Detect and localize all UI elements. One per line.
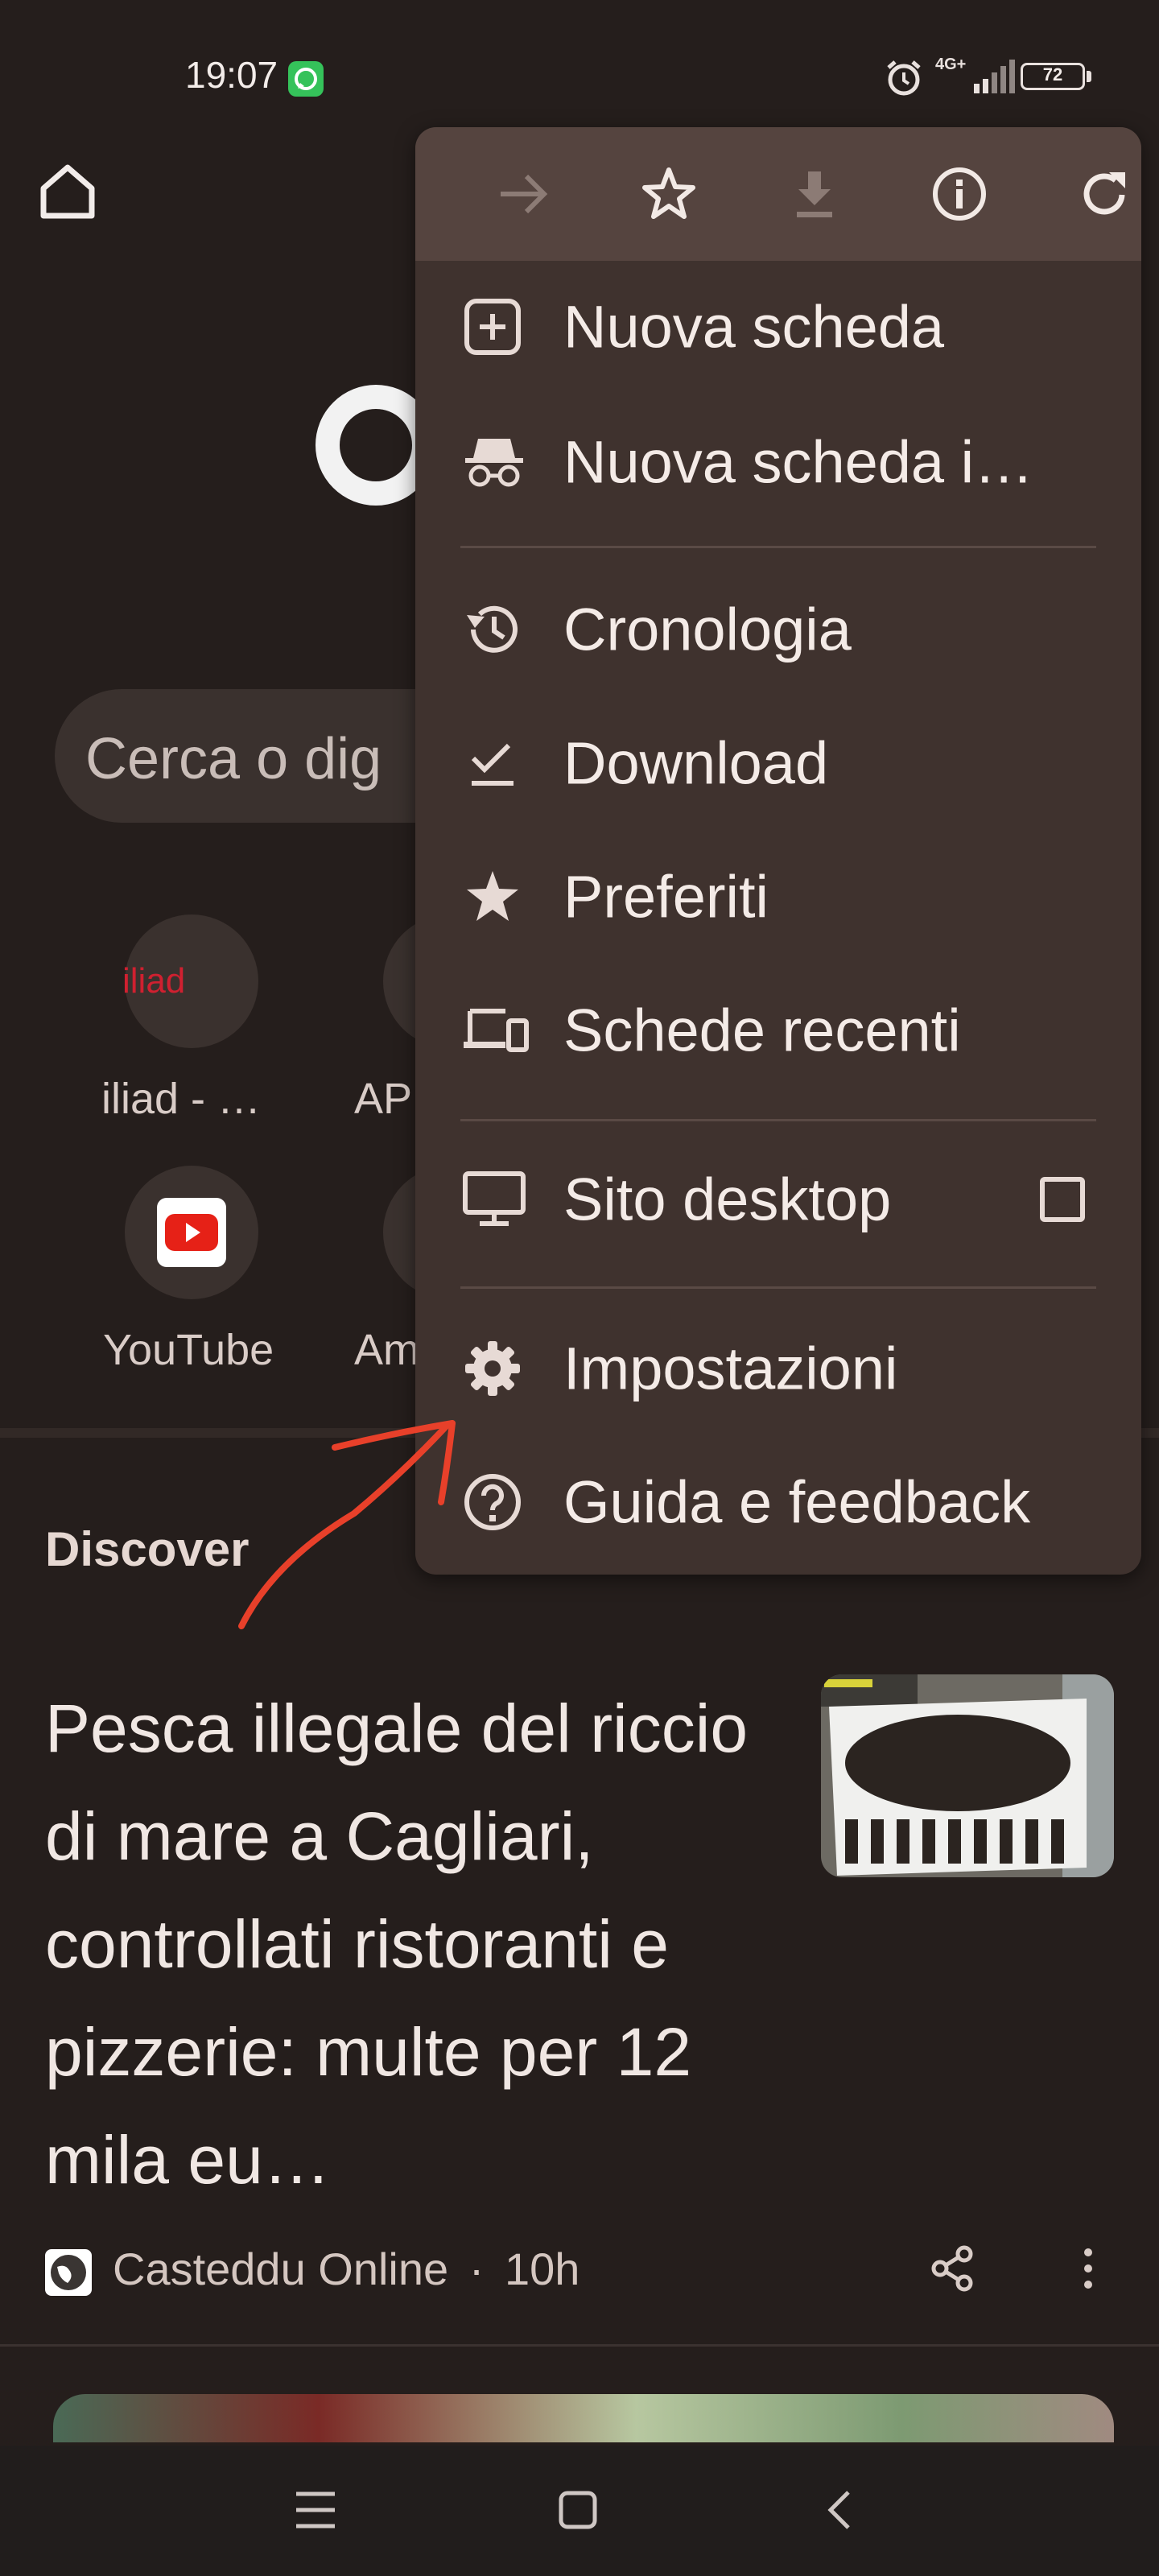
new-tab-icon xyxy=(462,296,523,357)
share-icon[interactable] xyxy=(927,2243,979,2294)
search-placeholder: Cerca o dig xyxy=(85,727,382,791)
shortcut-label: AP xyxy=(354,1075,413,1123)
shortcut-label: Am xyxy=(354,1326,419,1374)
desktop-site-checkbox[interactable] xyxy=(1040,1177,1085,1222)
shortcut-label: iliad - … xyxy=(101,1075,262,1123)
menu-item-download[interactable]: Download xyxy=(415,697,1141,829)
card-divider xyxy=(0,2344,1159,2347)
devices-icon xyxy=(462,1005,530,1056)
article-thumbnail[interactable] xyxy=(821,1674,1114,1877)
forward-arrow-icon[interactable] xyxy=(488,158,560,230)
youtube-icon xyxy=(157,1198,226,1267)
more-vert-icon[interactable] xyxy=(1075,2243,1101,2294)
gear-icon xyxy=(462,1338,523,1399)
system-nav-bar xyxy=(0,2446,1159,2576)
back-icon[interactable] xyxy=(824,2489,856,2531)
menu-toolbar xyxy=(415,127,1141,261)
battery-terminal xyxy=(1087,71,1091,82)
source-name: Casteddu Online xyxy=(113,2244,449,2294)
source-separator: · xyxy=(468,2244,485,2294)
incognito-icon xyxy=(462,434,526,490)
menu-item-nuova-scheda[interactable]: Nuova scheda xyxy=(415,261,1141,393)
menu-item-sito-desktop[interactable]: Sito desktop xyxy=(415,1133,1141,1265)
help-icon xyxy=(462,1472,523,1533)
menu-item-label: Impostazioni xyxy=(563,1335,898,1402)
battery-level: 72 xyxy=(1042,64,1063,85)
history-icon xyxy=(462,599,523,660)
menu-item-cronologia[interactable]: Cronologia xyxy=(415,564,1141,696)
shortcut-label: YouTube xyxy=(103,1326,274,1374)
discover-title: Discover xyxy=(45,1522,250,1576)
menu-item-schede-recenti[interactable]: Schede recenti xyxy=(415,964,1141,1096)
iliad-logo: iliad xyxy=(122,961,186,1001)
home-icon[interactable] xyxy=(35,159,100,224)
signal-icon xyxy=(974,60,1019,95)
recents-icon[interactable] xyxy=(293,2489,338,2531)
monitor-icon xyxy=(462,1170,526,1228)
alarm-icon xyxy=(884,58,924,98)
info-icon[interactable] xyxy=(923,158,996,230)
menu-item-label: Nuova scheda xyxy=(563,293,945,361)
menu-item-label: Nuova scheda i… xyxy=(563,428,1034,496)
reload-icon[interactable] xyxy=(1069,158,1141,230)
home-nav-icon[interactable] xyxy=(557,2489,599,2531)
article-time: 10h xyxy=(504,2244,580,2294)
article-source: Casteddu Online · 10h xyxy=(113,2243,580,2295)
publisher-globe-icon xyxy=(45,2249,92,2296)
menu-divider xyxy=(460,1119,1096,1121)
menu-item-label: Schede recenti xyxy=(563,997,961,1064)
download-icon[interactable] xyxy=(778,158,851,230)
downloads-check-icon xyxy=(462,733,523,794)
menu-item-label: Download xyxy=(563,729,829,797)
menu-item-guida-feedback[interactable]: Guida e feedback xyxy=(415,1436,1141,1568)
network-type: 4G+ xyxy=(935,56,967,73)
menu-item-label: Preferiti xyxy=(563,863,769,931)
overflow-menu: Nuova scheda Nuova scheda i… Cronologia … xyxy=(415,127,1141,1575)
menu-divider xyxy=(460,546,1096,548)
menu-item-nuova-scheda-incognito[interactable]: Nuova scheda i… xyxy=(415,396,1141,528)
next-article-image[interactable] xyxy=(53,2394,1114,2442)
whatsapp-notification-icon xyxy=(288,61,324,97)
status-time: 19:07 xyxy=(185,54,278,96)
article-headline[interactable]: Pesca illegale del riccio di mare a Cagl… xyxy=(45,1674,786,2214)
star-filled-icon xyxy=(462,866,523,927)
menu-divider xyxy=(460,1286,1096,1289)
menu-item-label: Cronologia xyxy=(563,596,852,663)
menu-item-impostazioni[interactable]: Impostazioni xyxy=(415,1302,1141,1435)
menu-item-preferiti[interactable]: Preferiti xyxy=(415,831,1141,963)
menu-item-label: Guida e feedback xyxy=(563,1468,1031,1536)
menu-item-label: Sito desktop xyxy=(563,1166,892,1233)
star-outline-icon[interactable] xyxy=(633,158,705,230)
